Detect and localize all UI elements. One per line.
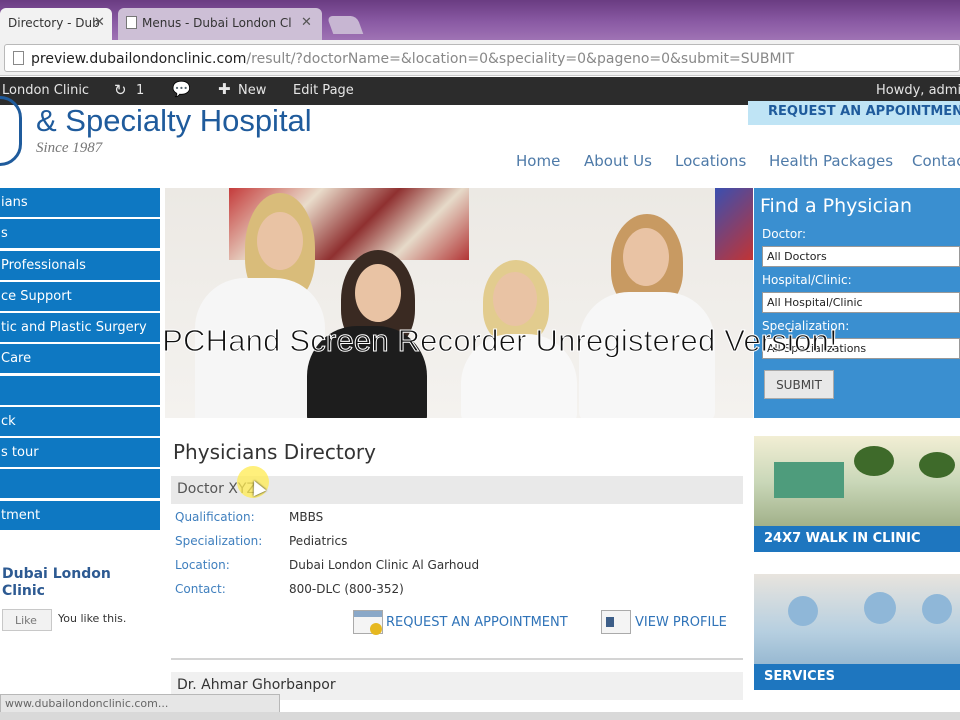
- calendar-icon[interactable]: [353, 610, 383, 635]
- person-body: [461, 334, 577, 418]
- services-label: SERVICES: [754, 664, 960, 690]
- location-label: Location:: [175, 558, 230, 572]
- hospital-select-value: All Hospital/Clinic: [767, 296, 863, 309]
- person-face: [257, 212, 303, 270]
- updates-icon[interactable]: ↻: [114, 81, 127, 99]
- browser-tab-menus[interactable]: Menus - Dubai London Cl ✕: [118, 8, 322, 40]
- sidebar-item[interactable]: tic and Plastic Surgery: [0, 313, 160, 342]
- doctor-label: Doctor:: [762, 227, 806, 241]
- hospital-select[interactable]: All Hospital/Clinic: [762, 292, 960, 313]
- contact-label: Contact:: [175, 582, 226, 596]
- facebook-like-status: You like this.: [58, 612, 127, 625]
- surgeon-figure: [788, 596, 818, 626]
- speciality-label: Specialization:: [762, 319, 850, 333]
- sidebar-item[interactable]: [0, 469, 160, 498]
- hospital-label: Hospital/Clinic:: [762, 273, 852, 287]
- admin-site-link[interactable]: London Clinic: [2, 83, 89, 98]
- url-path: /result/?doctorName=&location=0&speciali…: [246, 51, 795, 67]
- like-label: Like: [15, 614, 37, 627]
- person-face: [493, 272, 537, 326]
- browser-status-bar: www.dubailondonclinic.com...: [0, 694, 280, 713]
- sidebar-item[interactable]: s: [0, 219, 160, 248]
- nav-about-us[interactable]: About Us: [584, 152, 652, 170]
- location-value: Dubai London Clinic Al Garhoud: [289, 558, 480, 572]
- howdy-user[interactable]: Howdy, admi: [876, 83, 960, 98]
- submit-button[interactable]: SUBMIT: [764, 370, 834, 399]
- logo-icon: [0, 96, 22, 166]
- doctor-name[interactable]: Dr. Ahmar Ghorbanpor: [177, 677, 336, 693]
- browser-tab-bar: Directory - Dub ✕ Menus - Dubai London C…: [0, 0, 960, 40]
- services-promo[interactable]: SERVICES: [754, 574, 960, 690]
- find-physician-panel: Find a Physician Doctor: All Doctors Hos…: [754, 188, 960, 418]
- specialization-value: Pediatrics: [289, 534, 348, 548]
- palm-tree: [919, 452, 955, 478]
- nav-home[interactable]: Home: [516, 152, 560, 170]
- person-face: [623, 228, 669, 286]
- logo-since: Since 1987: [36, 140, 103, 156]
- palm-tree: [854, 446, 894, 476]
- page-title: Physicians Directory: [173, 440, 376, 464]
- doctor-select[interactable]: All Doctors: [762, 246, 960, 267]
- sidebar-item[interactable]: ians: [0, 188, 160, 217]
- sidebar-item[interactable]: Professionals: [0, 251, 160, 280]
- nav-locations[interactable]: Locations: [675, 152, 746, 170]
- facebook-like-button[interactable]: Like: [2, 609, 52, 631]
- facebook-page-name[interactable]: Dubai London Clinic: [2, 566, 152, 600]
- speciality-select-value: All Specializations: [767, 342, 867, 355]
- page-icon: [126, 16, 137, 29]
- new-tab-button[interactable]: [326, 16, 364, 34]
- tab-label: Directory - Dub: [8, 16, 100, 30]
- sidebar-item[interactable]: tment: [0, 501, 160, 530]
- page-icon: [13, 51, 24, 65]
- logo-text[interactable]: & Specialty Hospital: [36, 103, 312, 139]
- sidebar-item[interactable]: ce Support: [0, 282, 160, 311]
- request-appointment-link[interactable]: REQUEST AN APPOINTMENT: [386, 615, 568, 630]
- walk-in-promo[interactable]: 24X7 WALK IN CLINIC: [754, 436, 960, 552]
- hero-banner-image: [165, 188, 753, 418]
- close-icon[interactable]: ✕: [298, 15, 312, 30]
- specialization-label: Specialization:: [175, 534, 263, 548]
- profile-card-icon[interactable]: [601, 610, 631, 634]
- plus-icon: ✚: [218, 80, 231, 98]
- browser-tab-directory[interactable]: Directory - Dub ✕: [0, 8, 112, 40]
- view-profile-link[interactable]: VIEW PROFILE: [635, 615, 727, 630]
- speciality-select[interactable]: All Specializations: [762, 338, 960, 359]
- qualification-label: Qualification:: [175, 510, 255, 524]
- address-bar: preview.dubailondonclinic.com/result/?do…: [0, 40, 960, 76]
- person-body: [307, 326, 427, 418]
- sidebar-item[interactable]: [0, 376, 160, 405]
- qualification-value: MBBS: [289, 510, 324, 524]
- sign-board: [774, 462, 844, 498]
- surgeon-figure: [922, 594, 952, 624]
- walk-in-label: 24X7 WALK IN CLINIC: [754, 526, 960, 552]
- person-body: [195, 278, 325, 418]
- comments-icon[interactable]: 💬: [172, 80, 191, 98]
- surgeon-figure: [864, 592, 896, 624]
- nav-health-packages[interactable]: Health Packages: [769, 152, 893, 170]
- divider: [171, 658, 743, 660]
- close-icon[interactable]: ✕: [94, 15, 105, 30]
- doctor-select-value: All Doctors: [767, 250, 827, 263]
- finder-title: Find a Physician: [760, 195, 912, 217]
- url-input[interactable]: preview.dubailondonclinic.com/result/?do…: [4, 44, 960, 72]
- contact-value: 800-DLC (800-352): [289, 582, 404, 596]
- person-body: [579, 292, 715, 418]
- nav-contact[interactable]: Contac: [912, 152, 960, 170]
- person-face: [355, 264, 401, 322]
- updates-count: 1: [136, 83, 145, 98]
- sidebar-item[interactable]: s tour: [0, 438, 160, 467]
- wall-painting: [715, 188, 753, 260]
- sidebar-item[interactable]: Care: [0, 344, 160, 373]
- request-appointment-button[interactable]: REQUEST AN APPOINTMENT: [748, 101, 960, 125]
- sidebar-item[interactable]: ck: [0, 407, 160, 436]
- tab-label: Menus - Dubai London Cl: [142, 16, 292, 30]
- url-host: preview.dubailondonclinic.com: [31, 51, 247, 67]
- edit-page-link[interactable]: Edit Page: [293, 83, 354, 98]
- window-bottom-edge: [0, 712, 960, 720]
- new-link[interactable]: New: [238, 83, 266, 98]
